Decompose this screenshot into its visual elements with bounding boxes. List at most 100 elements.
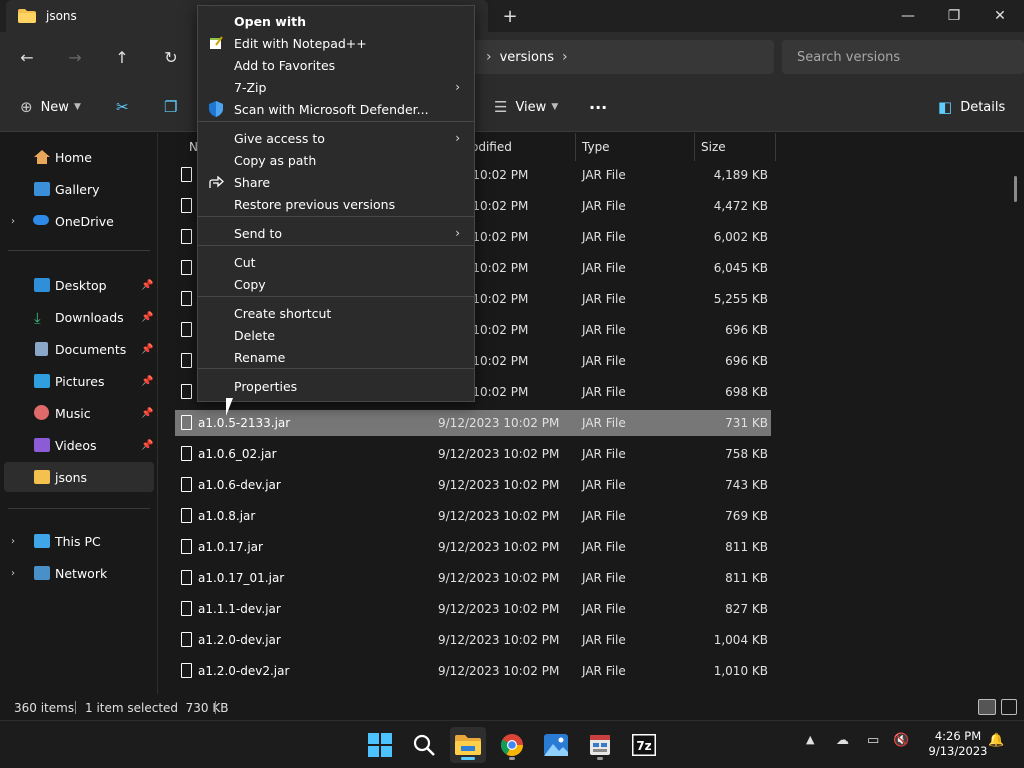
vertical-scrollbar[interactable] bbox=[1014, 176, 1017, 202]
folder-icon bbox=[34, 470, 50, 484]
onedrive-status-icon[interactable]: ☁ bbox=[836, 733, 849, 748]
search-input[interactable]: Search versions bbox=[782, 40, 1024, 74]
search-taskbar-button[interactable] bbox=[406, 727, 442, 763]
menu-item-send-to[interactable]: Send to › bbox=[200, 222, 472, 244]
back-button[interactable]: ← bbox=[13, 44, 41, 70]
table-row[interactable]: a1.0.17.jar 9/12/2023 10:02 PM JAR File 811… bbox=[175, 534, 771, 560]
table-row[interactable]: a1.0.6_02.jar 9/12/2023 10:02 PM JAR File 7… bbox=[175, 441, 771, 467]
cut-button[interactable]: ✂ bbox=[116, 94, 137, 120]
table-row[interactable]: a1.0.17_01.jar 9/12/2023 10:02 PM JAR File… bbox=[175, 565, 771, 591]
view-label: View bbox=[515, 99, 547, 115]
cloud-icon bbox=[33, 215, 49, 225]
menu-item-7-zip[interactable]: 7-Zip › bbox=[200, 76, 472, 98]
chrome-taskbar-button[interactable] bbox=[494, 727, 530, 763]
sidebar-item-onedrive[interactable]: › OneDrive bbox=[0, 206, 158, 236]
photos-taskbar-button[interactable] bbox=[538, 727, 574, 763]
sidebar-item-desktop[interactable]: Desktop 📌 bbox=[0, 270, 158, 300]
plus-circle-icon: ⊕ bbox=[20, 98, 33, 116]
sidebar-item-this-pc[interactable]: › This PC bbox=[0, 526, 158, 556]
chevron-right-icon[interactable]: › bbox=[11, 568, 15, 579]
file-explorer-taskbar-button[interactable] bbox=[450, 727, 486, 763]
table-row[interactable]: a1.1.1-dev.jar 9/12/2023 10:02 PM JAR File… bbox=[175, 596, 771, 622]
start-button[interactable] bbox=[362, 727, 398, 763]
menu-item-label: Delete bbox=[234, 327, 276, 343]
menu-item-rename[interactable]: Rename bbox=[200, 346, 472, 368]
volume-muted-icon[interactable]: 🔇 bbox=[893, 733, 909, 748]
notification-bell-icon[interactable]: 🔔 bbox=[988, 733, 1004, 748]
forward-button[interactable]: → bbox=[61, 44, 89, 70]
menu-item-give-access-to[interactable]: Give access to › bbox=[200, 127, 472, 149]
network-status-icon[interactable]: ▭ bbox=[867, 733, 879, 748]
menu-item-create-shortcut[interactable]: Create shortcut bbox=[200, 302, 472, 324]
new-button[interactable]: ⊕ New ▼ bbox=[20, 94, 81, 120]
file-icon bbox=[181, 167, 192, 182]
sidebar-item-home[interactable]: Home bbox=[0, 142, 158, 172]
app-taskbar-button[interactable] bbox=[582, 727, 618, 763]
breadcrumb-item-versions[interactable]: versions bbox=[500, 50, 554, 65]
menu-item-label: Properties bbox=[234, 378, 298, 394]
sidebar-item-downloads[interactable]: ⤓ Downloads 📌 bbox=[0, 302, 158, 332]
chevron-up-icon[interactable]: ▲ bbox=[806, 733, 814, 746]
file-size: 1,010 KB bbox=[713, 664, 768, 678]
sidebar-item-gallery[interactable]: Gallery bbox=[0, 174, 158, 204]
menu-item-scan-with-microsoft-defender[interactable]: Scan with Microsoft Defender... bbox=[200, 98, 472, 120]
close-button[interactable]: ✕ bbox=[977, 0, 1023, 32]
minimize-button[interactable]: — bbox=[885, 0, 931, 32]
file-icon bbox=[181, 477, 192, 492]
more-options-button[interactable]: ··· bbox=[589, 94, 607, 120]
menu-item-properties[interactable]: Properties bbox=[200, 375, 472, 397]
pin-icon: 📌 bbox=[141, 343, 154, 355]
file-icon bbox=[181, 384, 192, 399]
file-name: a1.0.8.jar bbox=[198, 509, 256, 523]
chevron-right-icon[interactable]: › bbox=[11, 536, 15, 547]
table-row[interactable]: a1.2.0-dev2.jar 9/12/2023 10:02 PM JAR Fil… bbox=[175, 658, 771, 684]
refresh-button[interactable]: ↻ bbox=[157, 44, 185, 70]
pin-icon: 📌 bbox=[141, 407, 154, 419]
sidebar-item-network[interactable]: › Network bbox=[0, 558, 158, 588]
menu-item-copy[interactable]: Copy bbox=[200, 273, 472, 295]
table-row[interactable]: a1.0.6-dev.jar 9/12/2023 10:02 PM JAR File… bbox=[175, 472, 771, 498]
breadcrumb[interactable]: › versions › bbox=[470, 40, 774, 74]
file-type: JAR File bbox=[582, 509, 626, 523]
tiles-view-toggle[interactable] bbox=[1001, 699, 1017, 715]
sidebar-item-documents[interactable]: Documents 📌 bbox=[0, 334, 158, 364]
menu-separator bbox=[198, 296, 474, 297]
copy-button[interactable]: ❐ bbox=[164, 94, 185, 120]
sidebar-item-jsons[interactable]: jsons bbox=[4, 462, 154, 492]
menu-item-cut[interactable]: Cut bbox=[200, 251, 472, 273]
column-header-date-modified[interactable]: odified bbox=[465, 133, 576, 161]
menu-item-share[interactable]: Share bbox=[200, 171, 472, 193]
maximize-button[interactable]: ❐ bbox=[931, 0, 977, 32]
new-tab-button[interactable]: + bbox=[498, 4, 522, 28]
chevron-right-icon[interactable]: › bbox=[562, 49, 568, 65]
chevron-down-icon: ▼ bbox=[551, 102, 559, 112]
clock[interactable]: 4:26 PM 9/13/2023 bbox=[918, 729, 998, 759]
sidebar-item-videos[interactable]: Videos 📌 bbox=[0, 430, 158, 460]
table-row[interactable]: a1.0.5-2133.jar 9/12/2023 10:02 PM JAR Fil… bbox=[175, 410, 771, 436]
chevron-right-icon[interactable]: › bbox=[11, 216, 15, 227]
arrow-left-icon: ← bbox=[20, 47, 34, 67]
clock-date: 9/13/2023 bbox=[928, 744, 988, 758]
sidebar-item-music[interactable]: Music 📌 bbox=[0, 398, 158, 428]
table-row[interactable]: a1.2.0-dev.jar 9/12/2023 10:02 PM JAR File… bbox=[175, 627, 771, 653]
7zip-taskbar-button[interactable]: 7z bbox=[626, 727, 662, 763]
menu-item-edit-with-notepad[interactable]: Edit with Notepad++ bbox=[200, 32, 472, 54]
details-pane-button[interactable]: ◧ Details bbox=[938, 94, 1005, 120]
arrow-right-icon: → bbox=[68, 47, 82, 67]
sidebar-item-pictures[interactable]: Pictures 📌 bbox=[0, 366, 158, 396]
file-icon bbox=[181, 229, 192, 244]
column-header-type[interactable]: Type bbox=[576, 133, 695, 161]
table-row[interactable]: a1.0.8.jar 9/12/2023 10:02 PM JAR File 769 … bbox=[175, 503, 771, 529]
file-name: a1.2.0-dev2.jar bbox=[198, 664, 290, 678]
menu-item-delete[interactable]: Delete bbox=[200, 324, 472, 346]
column-header-size[interactable]: Size bbox=[695, 133, 776, 161]
menu-item-copy-as-path[interactable]: Copy as path bbox=[200, 149, 472, 171]
menu-item-restore-previous-versions[interactable]: Restore previous versions bbox=[200, 193, 472, 215]
folder-icon bbox=[18, 9, 36, 23]
menu-separator bbox=[198, 216, 474, 217]
menu-item-open-with[interactable]: Open with bbox=[200, 10, 472, 32]
details-view-toggle[interactable] bbox=[978, 699, 996, 715]
menu-item-add-to-favorites[interactable]: Add to Favorites bbox=[200, 54, 472, 76]
view-button[interactable]: ☰ View ▼ bbox=[494, 94, 558, 120]
up-button[interactable]: ↑ bbox=[108, 44, 136, 70]
